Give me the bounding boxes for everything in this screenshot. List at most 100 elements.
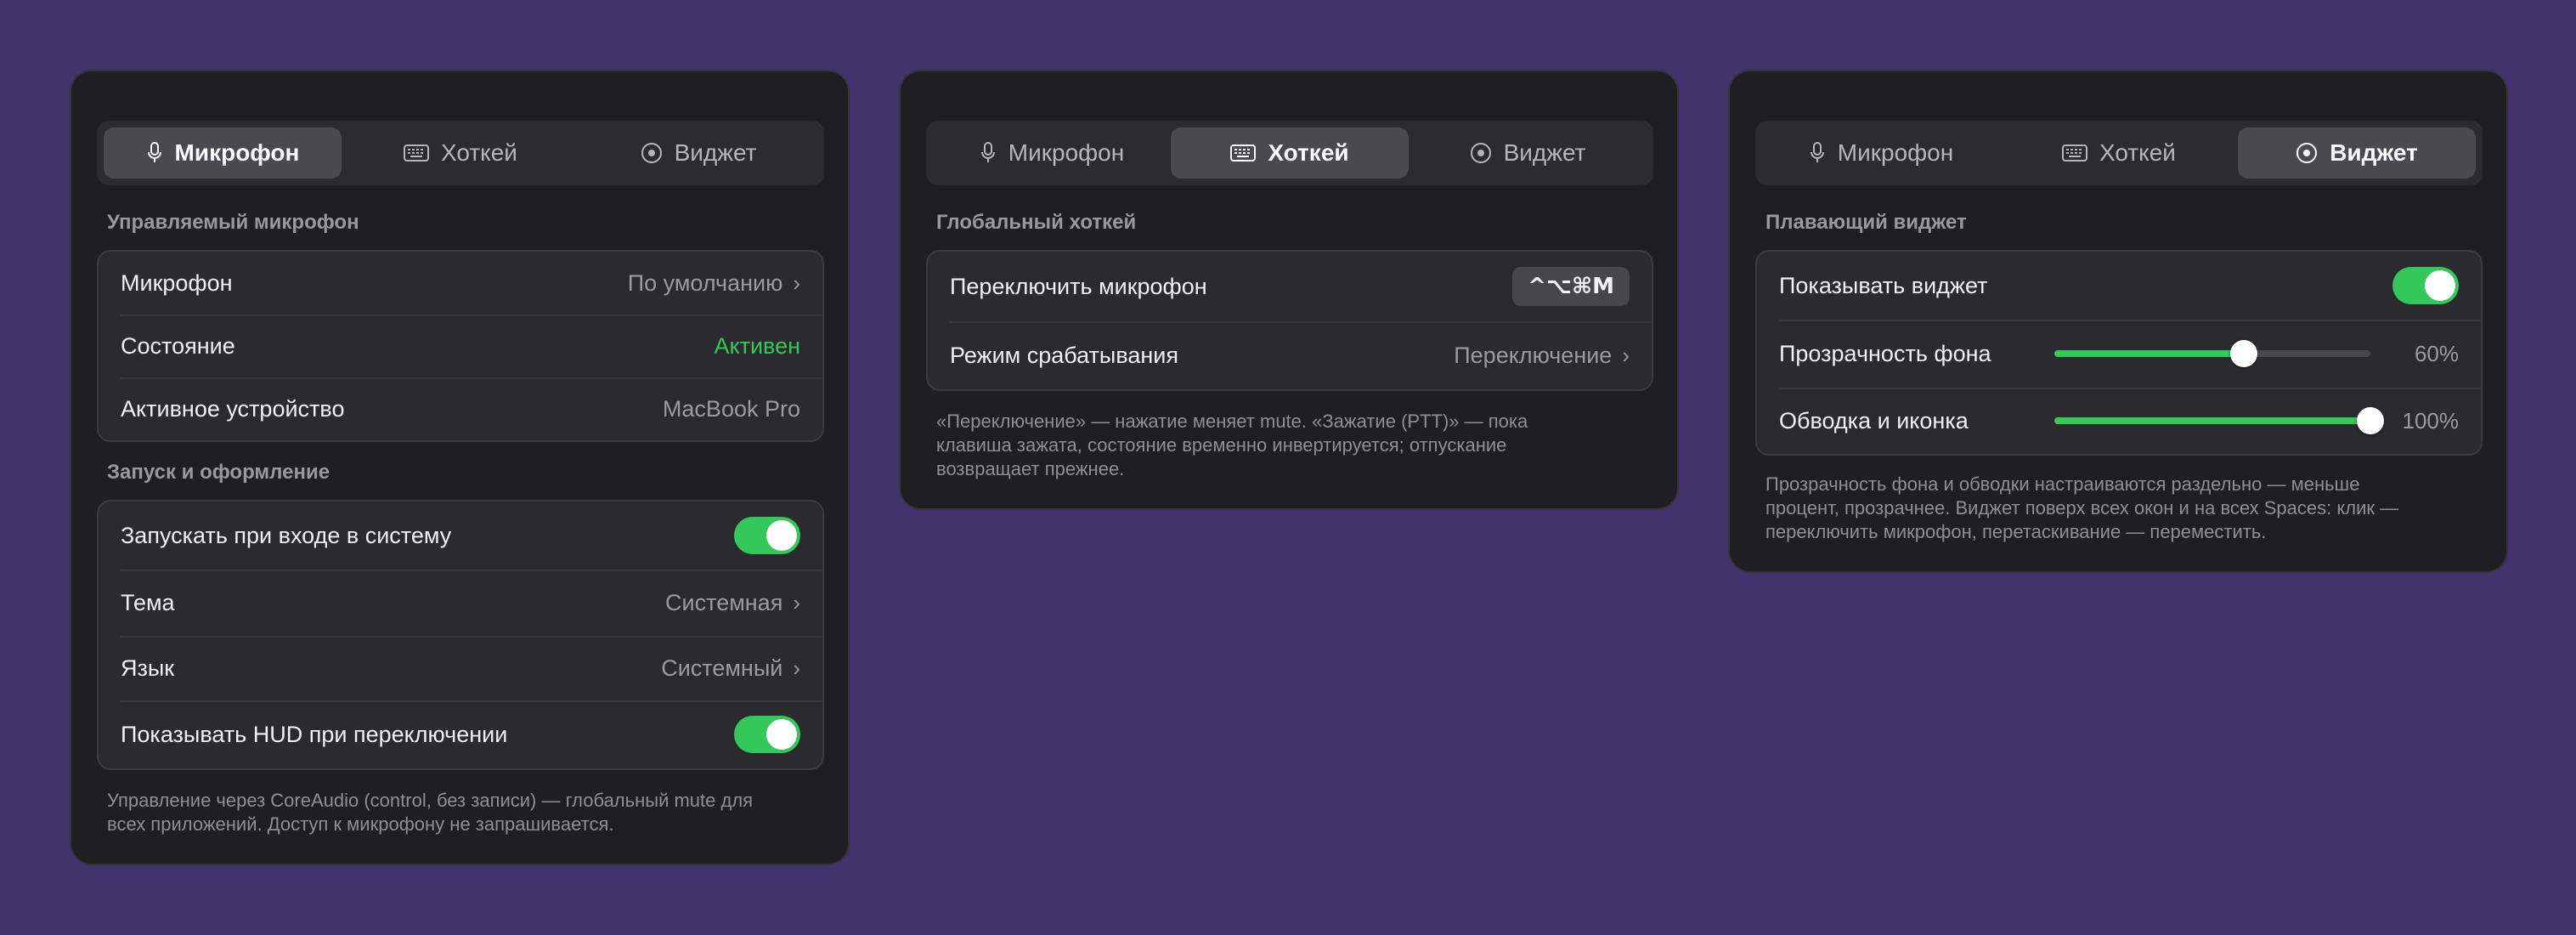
footnote-line: «Переключение» — нажатие меняет mute. «З… <box>936 411 1528 432</box>
chevron-right-icon: › <box>793 269 800 296</box>
row-trigger-mode[interactable]: Режим срабатывания Переключение › <box>928 321 1652 389</box>
row-toggle-mic-shortcut: Переключить микрофон ^⌥⌘M <box>928 252 1652 321</box>
tab-hotkey[interactable]: Хоткей <box>2000 128 2238 178</box>
tab-bar: Микрофон Хоткей Виджет <box>1755 121 2483 185</box>
tab-microphone[interactable]: Микрофон <box>1762 128 2000 178</box>
launch-at-login-toggle[interactable] <box>734 517 800 554</box>
row-microphone[interactable]: Микрофон По умолчанию › <box>99 252 822 314</box>
footnote: «Переключение» — нажатие меняет mute. «З… <box>936 410 1633 481</box>
group-launch: Запускать при входе в систему Тема Систе… <box>97 500 824 770</box>
row-value: Системная <box>665 589 783 615</box>
tab-microphone[interactable]: Микрофон <box>933 128 1171 178</box>
background-opacity-value: 60% <box>2414 340 2459 366</box>
row-language[interactable]: Язык Системный › <box>99 636 822 700</box>
tab-label: Хоткей <box>441 139 517 166</box>
section-title-global-hotkey: Глобальный хоткей <box>936 211 1137 234</box>
tab-label: Виджет <box>674 139 757 166</box>
row-value: Переключение <box>1454 342 1613 368</box>
chevron-right-icon: › <box>793 654 800 681</box>
footnote: Прозрачность фона и обводки настраиваютс… <box>1765 473 2462 544</box>
tab-hotkey[interactable]: Хоткей <box>1171 128 1409 178</box>
row-label: Показывать виджет <box>1779 272 1988 298</box>
status-value: Активен <box>714 332 800 359</box>
tab-label: Виджет <box>2330 139 2418 166</box>
row-state: Состояние Активен <box>99 314 822 377</box>
tab-label: Микрофон <box>174 139 300 166</box>
slider-group: 100% <box>2054 407 2459 434</box>
row-outline-icon: Обводка и иконка 100% <box>1757 388 2481 454</box>
show-hud-toggle[interactable] <box>734 716 800 753</box>
slider-fill <box>2054 417 2370 424</box>
row-value: MacBook Pro <box>662 395 800 422</box>
row-label: Показывать HUD при переключении <box>121 721 508 747</box>
settings-panel-widget: Микрофон Хоткей Виджет Плавающий виджет … <box>1728 70 2508 573</box>
tab-hotkey[interactable]: Хоткей <box>342 128 579 178</box>
row-label: Состояние <box>121 332 235 359</box>
tab-label: Микрофон <box>1837 139 1954 166</box>
group-widget: Показывать виджет Прозрачность фона 60% … <box>1755 250 2483 456</box>
group-hotkey: Переключить микрофон ^⌥⌘M Режим срабатыв… <box>926 250 1653 391</box>
footnote: Управление через CoreAudio (control, без… <box>107 789 804 836</box>
row-label: Обводка и иконка <box>1779 407 1969 434</box>
chevron-right-icon: › <box>1622 342 1630 368</box>
row-label: Запускать при входе в систему <box>121 522 452 548</box>
widget-icon <box>641 142 663 164</box>
section-title-launch: Запуск и оформление <box>107 461 330 484</box>
row-background-opacity: Прозрачность фона 60% <box>1757 320 2481 388</box>
tab-widget[interactable]: Виджет <box>1409 128 1647 178</box>
row-label: Тема <box>121 589 175 615</box>
outline-opacity-slider[interactable] <box>2054 407 2384 434</box>
row-value: Системный <box>661 654 783 681</box>
row-show-hud: Показывать HUD при переключении <box>99 700 822 768</box>
footnote-line: процент, прозрачнее. Виджет поверх всех … <box>1765 497 2399 518</box>
microphone-icon <box>1809 141 1826 165</box>
tab-microphone[interactable]: Микрофон <box>104 128 342 178</box>
widget-icon <box>1470 142 1492 164</box>
row-label: Язык <box>121 654 175 681</box>
microphone-icon <box>146 141 163 165</box>
tab-label: Микрофон <box>1008 139 1125 166</box>
tab-widget[interactable]: Виджет <box>579 128 817 178</box>
language-select[interactable]: Системный › <box>661 655 800 682</box>
theme-select[interactable]: Системная › <box>665 590 800 616</box>
row-label: Микрофон <box>121 269 233 296</box>
background-opacity-slider[interactable] <box>2054 340 2370 367</box>
tab-label: Хоткей <box>2099 139 2176 166</box>
shortcut-recorder[interactable]: ^⌥⌘M <box>1512 267 1630 306</box>
tab-label: Хоткей <box>1268 139 1349 166</box>
row-theme[interactable]: Тема Системная › <box>99 570 822 636</box>
slider-thumb[interactable] <box>2230 340 2258 367</box>
footnote-line: переключить микрофон, перетаскивание — п… <box>1765 521 2267 542</box>
tab-bar: Микрофон Хоткей Виджет <box>926 121 1653 185</box>
settings-panel-microphone: Микрофон Хоткей Виджет Управляемый микро… <box>70 70 850 865</box>
toggle-knob <box>766 719 797 750</box>
widget-icon <box>2296 142 2318 164</box>
slider-group: 60% <box>2054 340 2459 367</box>
trigger-mode-select[interactable]: Переключение › <box>1454 343 1630 369</box>
keyboard-icon <box>1230 144 1257 162</box>
row-label: Активное устройство <box>121 395 345 422</box>
chevron-right-icon: › <box>793 589 800 615</box>
tab-bar: Микрофон Хоткей Виджет <box>97 121 824 185</box>
show-widget-toggle[interactable] <box>2392 267 2459 304</box>
toggle-knob <box>2425 270 2455 301</box>
keyboard-icon <box>404 144 430 162</box>
footnote-line: всех приложений. Доступ к микрофону не з… <box>107 813 614 835</box>
section-title-managed-mic: Управляемый микрофон <box>107 211 359 234</box>
row-label: Режим срабатывания <box>950 342 1178 368</box>
tab-widget[interactable]: Виджет <box>2238 128 2476 178</box>
row-value: По умолчанию <box>627 269 783 296</box>
mic-select[interactable]: По умолчанию › <box>628 270 800 297</box>
slider-thumb[interactable] <box>2357 407 2384 434</box>
row-label: Прозрачность фона <box>1779 340 1991 366</box>
footnote-line: клавиша зажата, состояние временно инвер… <box>936 434 1507 456</box>
row-show-widget: Показывать виджет <box>1757 252 2481 320</box>
slider-fill <box>2054 350 2245 357</box>
settings-panel-hotkey: Микрофон Хоткей Виджет Глобальный хоткей… <box>899 70 1679 510</box>
footnote-line: возвращает прежнее. <box>936 458 1125 479</box>
toggle-knob <box>766 520 797 551</box>
microphone-icon <box>980 141 997 165</box>
section-title-floating-widget: Плавающий виджет <box>1765 211 1967 234</box>
row-active-device: Активное устройство MacBook Pro <box>99 377 822 440</box>
row-launch-at-login: Запускать при входе в систему <box>99 502 822 570</box>
